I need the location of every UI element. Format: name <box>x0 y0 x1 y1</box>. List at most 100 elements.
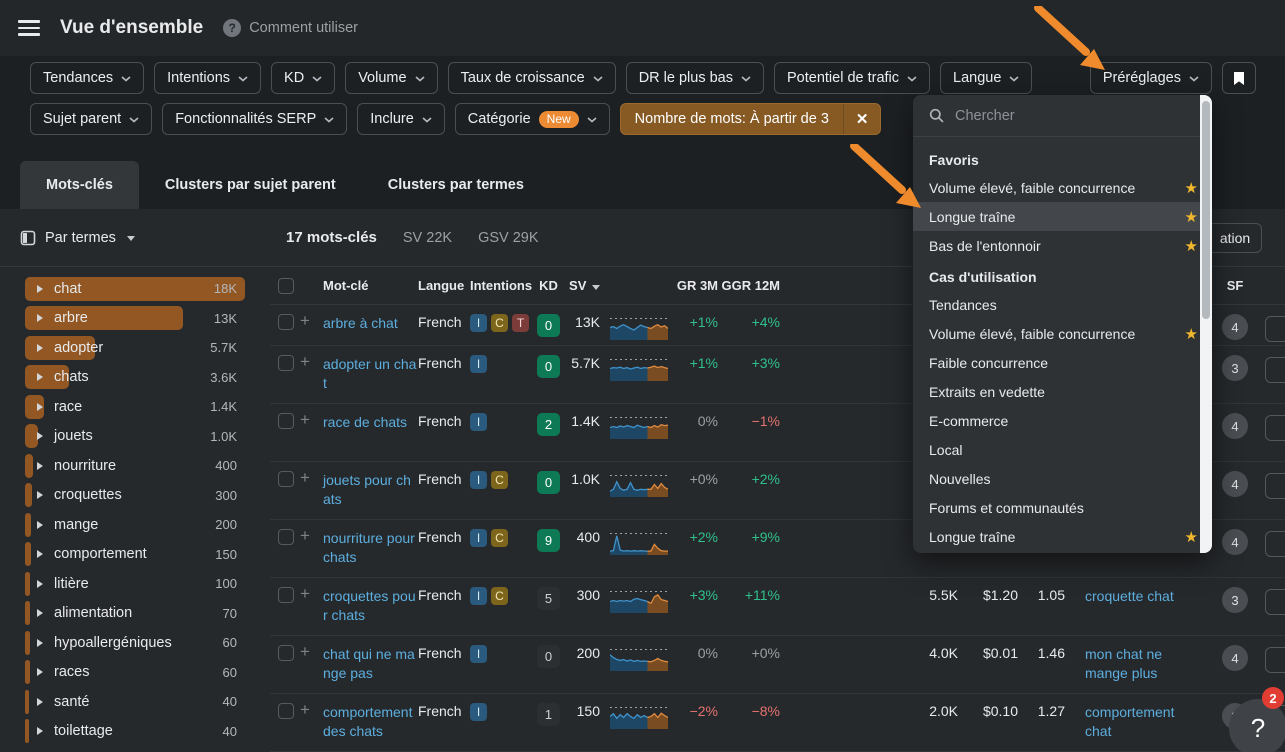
term-item-nourriture[interactable]: nourriture 400 <box>25 451 245 481</box>
term-item-hypoallerge-niques[interactable]: hypoallergéniques 60 <box>25 628 245 658</box>
serp-button-clipped[interactable] <box>1265 316 1285 342</box>
keyword-link[interactable]: comportement des chats <box>323 704 412 739</box>
active-filter-word-count[interactable]: Nombre de mots: À partir de 3 ✕ <box>620 103 882 135</box>
preset-item-volume-e-leve-faible-concurrence[interactable]: Volume élevé, faible concurrence ★ <box>913 319 1212 348</box>
add-to-list-icon[interactable]: + <box>300 587 323 635</box>
scrollbar-thumb[interactable] <box>1202 101 1210 319</box>
keyword-link[interactable]: chat qui ne mange pas <box>323 646 415 681</box>
presets-button[interactable]: Préréglages <box>1090 62 1212 94</box>
term-item-mange[interactable]: mange 200 <box>25 510 245 540</box>
column-header-sv[interactable]: SV <box>565 278 600 293</box>
add-to-list-icon[interactable]: + <box>300 355 323 403</box>
term-item-toilettage[interactable]: toilettage 40 <box>25 717 245 747</box>
add-to-list-icon[interactable]: + <box>300 529 323 577</box>
filter-button-volume[interactable]: Volume <box>345 62 437 94</box>
star-icon[interactable]: ★ <box>1185 528 1198 546</box>
term-item-litie-re[interactable]: litière 100 <box>25 569 245 599</box>
term-item-chats[interactable]: chats 3.6K <box>25 363 245 393</box>
column-header-ggr12m[interactable]: GGR 12M <box>718 278 780 293</box>
star-icon[interactable]: ★ <box>1185 208 1198 226</box>
column-header-gr3m[interactable]: GR 3M <box>668 278 718 293</box>
preset-item-e-commerce[interactable]: E-commerce <box>913 406 1212 435</box>
add-to-list-icon[interactable]: + <box>300 413 323 461</box>
filter-button-dr-le-plus-bas[interactable]: DR le plus bas <box>626 62 764 94</box>
filter-button-cate-gorie[interactable]: CatégorieNew <box>455 103 610 135</box>
serp-button-clipped[interactable] <box>1265 647 1285 673</box>
preset-item-tendances[interactable]: Tendances <box>913 290 1212 319</box>
row-checkbox[interactable] <box>278 587 294 603</box>
star-icon[interactable]: ★ <box>1185 325 1198 343</box>
term-item-adopter[interactable]: adopter 5.7K <box>25 333 245 363</box>
filter-button-tendances[interactable]: Tendances <box>30 62 144 94</box>
parent-topic-link[interactable]: comportement chat <box>1085 704 1174 739</box>
preset-item-forums-et-communaute-s[interactable]: Forums et communautés <box>913 493 1212 522</box>
preset-item-volume-e-leve-faible-concurrence[interactable]: Volume élevé, faible concurrence ★ <box>913 173 1212 202</box>
bookmark-button[interactable] <box>1222 62 1256 94</box>
row-checkbox[interactable] <box>278 413 294 429</box>
column-header-keyword[interactable]: Mot-clé <box>323 278 418 293</box>
tab-clusters-par-sujet-parent[interactable]: Clusters par sujet parent <box>139 161 362 209</box>
filter-button-potentiel-de-trafic[interactable]: Potentiel de trafic <box>774 62 930 94</box>
preset-item-nouvelles[interactable]: Nouvelles <box>913 464 1212 493</box>
term-item-croquettes[interactable]: croquettes 300 <box>25 481 245 511</box>
column-header-language[interactable]: Langue <box>418 278 470 293</box>
presets-search-input[interactable]: Chercher <box>913 95 1212 137</box>
hamburger-menu-icon[interactable] <box>18 20 40 36</box>
add-to-list-icon[interactable]: + <box>300 703 323 751</box>
preset-item-longue-trai-ne[interactable]: Longue traîne ★ <box>913 522 1212 551</box>
terms-mode-dropdown[interactable]: Par termes <box>0 209 270 267</box>
term-item-comportement[interactable]: comportement 150 <box>25 540 245 570</box>
filter-button-taux-de-croissance[interactable]: Taux de croissance <box>448 62 616 94</box>
keyword-link[interactable]: croquettes pour chats <box>323 588 416 623</box>
term-item-arbre[interactable]: arbre 13K <box>25 304 245 334</box>
keyword-link[interactable]: nourriture pour chats <box>323 530 415 565</box>
term-item-jouets[interactable]: jouets 1.0K <box>25 422 245 452</box>
filter-button-fonctionnalite-s-serp[interactable]: Fonctionnalités SERP <box>162 103 347 135</box>
remove-filter-icon[interactable]: ✕ <box>843 104 881 134</box>
serp-button-clipped[interactable] <box>1265 357 1285 383</box>
preset-item-longue-trai-ne[interactable]: Longue traîne ★ <box>913 202 1212 231</box>
filter-button-langue[interactable]: Langue <box>940 62 1032 94</box>
parent-topic-link[interactable]: croquette chat <box>1085 588 1174 604</box>
keyword-link[interactable]: adopter un chat <box>323 356 416 391</box>
serp-button-clipped[interactable] <box>1265 473 1285 499</box>
column-header-intents[interactable]: Intentions <box>470 278 532 293</box>
serp-button-clipped[interactable] <box>1265 531 1285 557</box>
keyword-link[interactable]: jouets pour chats <box>323 472 411 507</box>
filter-button-inclure[interactable]: Inclure <box>357 103 445 135</box>
parent-topic-link[interactable]: mon chat ne mange plus <box>1085 646 1162 681</box>
row-checkbox[interactable] <box>278 355 294 371</box>
keyword-link[interactable]: arbre à chat <box>323 315 398 331</box>
preset-item-local[interactable]: Local <box>913 435 1212 464</box>
column-header-kd[interactable]: KD <box>532 278 565 293</box>
preset-item-faible-concurrence[interactable]: Faible concurrence <box>913 348 1212 377</box>
keyword-link[interactable]: race de chats <box>323 414 407 430</box>
help-circle-icon[interactable]: ? <box>223 19 241 37</box>
filter-button-sujet-parent[interactable]: Sujet parent <box>30 103 152 135</box>
filter-button-kd[interactable]: KD <box>271 62 335 94</box>
row-checkbox[interactable] <box>278 645 294 661</box>
select-all-checkbox[interactable] <box>278 278 294 294</box>
term-item-chat[interactable]: chat 18K <box>25 274 245 304</box>
filter-button-intentions[interactable]: Intentions <box>154 62 261 94</box>
how-to-use-link[interactable]: Comment utiliser <box>249 20 358 36</box>
preset-item-bas-de-l-entonnoir[interactable]: Bas de l'entonnoir ★ <box>913 231 1212 260</box>
add-to-list-icon[interactable]: + <box>300 645 323 693</box>
term-item-race[interactable]: race 1.4K <box>25 392 245 422</box>
add-to-list-icon[interactable]: + <box>300 314 323 345</box>
tab-mots-cle-s[interactable]: Mots-clés <box>20 161 139 209</box>
dropdown-scrollbar[interactable] <box>1200 95 1212 553</box>
row-checkbox[interactable] <box>278 529 294 545</box>
tab-clusters-par-termes[interactable]: Clusters par termes <box>362 161 550 209</box>
serp-button-clipped[interactable] <box>1265 415 1285 441</box>
row-checkbox[interactable] <box>278 471 294 487</box>
term-item-alimentation[interactable]: alimentation 70 <box>25 599 245 629</box>
term-item-sante[interactable]: santé 40 <box>25 687 245 717</box>
clipped-export-button[interactable]: ation <box>1208 223 1262 253</box>
term-item-races[interactable]: races 60 <box>25 658 245 688</box>
row-checkbox[interactable] <box>278 703 294 719</box>
serp-button-clipped[interactable] <box>1265 589 1285 615</box>
add-to-list-icon[interactable]: + <box>300 471 323 519</box>
row-checkbox[interactable] <box>278 314 294 330</box>
preset-item-extraits-en-vedette[interactable]: Extraits en vedette <box>913 377 1212 406</box>
